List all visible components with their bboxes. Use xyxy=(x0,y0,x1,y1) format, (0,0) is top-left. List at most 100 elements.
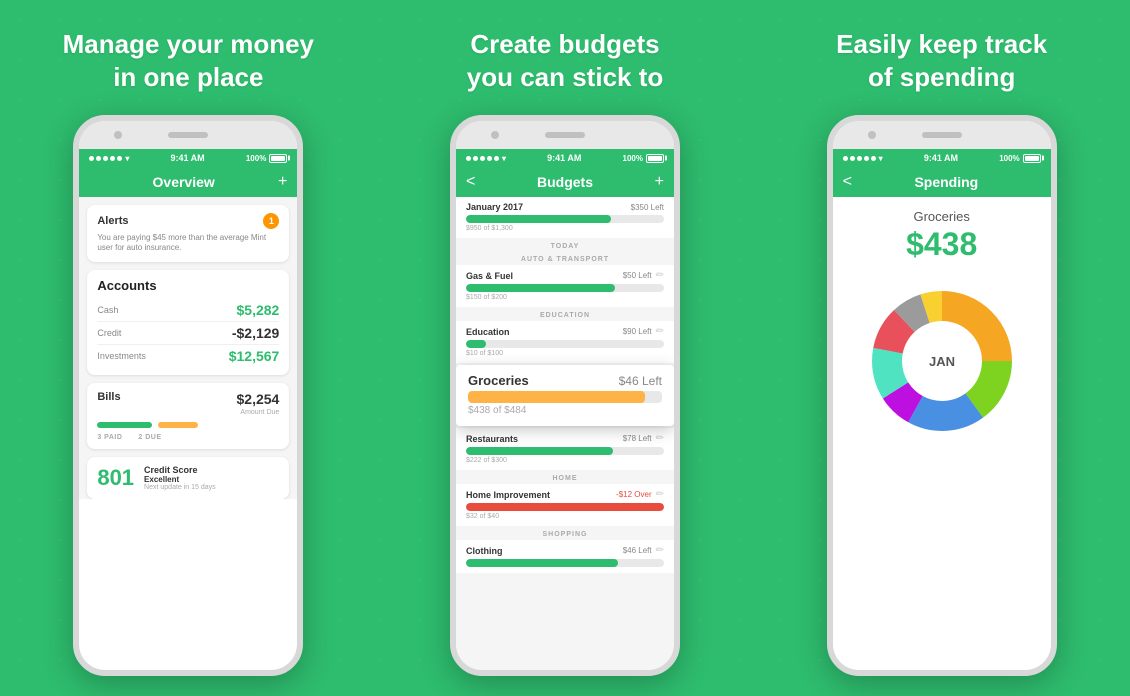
budget-gas-right: $50 Left ✏ xyxy=(623,270,664,281)
budget-home-bar xyxy=(466,503,664,511)
back-icon-3[interactable]: < xyxy=(843,173,852,191)
status-right-3: 100% xyxy=(999,154,1040,163)
speaker-3 xyxy=(922,132,962,138)
alerts-title: Alerts xyxy=(97,215,128,227)
screen-1: Alerts 1 You are paying $45 more than th… xyxy=(79,197,297,499)
budget-jan-header: January 2017 $350 Left xyxy=(466,202,664,212)
budget-groc-bar xyxy=(468,391,645,403)
budget-jan-sub: $950 of $1,300 xyxy=(466,225,664,232)
speaker-2 xyxy=(545,132,585,138)
credit-label: Excellent xyxy=(144,475,279,484)
dot-3 xyxy=(103,156,108,161)
budget-groceries: Groceries $46 Left $438 of $484 xyxy=(456,365,674,426)
battery-pct-2: 100% xyxy=(623,154,643,163)
budget-cloth-bar-bg xyxy=(466,559,664,567)
add-icon-1[interactable]: + xyxy=(278,173,287,191)
account-name-investments: Investments xyxy=(97,351,146,361)
budget-education: Education $90 Left ✏ $10 of $100 xyxy=(456,321,674,363)
account-name-credit: Credit xyxy=(97,328,121,338)
dot-1 xyxy=(89,156,94,161)
status-left: ▾ xyxy=(89,154,129,163)
spending-amount: $438 xyxy=(843,226,1041,263)
donut-center-text: JAN xyxy=(929,354,955,369)
bills-title: Bills xyxy=(97,391,120,416)
account-row-credit: Credit -$2,129 xyxy=(97,322,279,345)
bills-card: Bills $2,254 Amount Due 3 PAID xyxy=(87,383,289,449)
panel-3-title: Easily keep trackof spending xyxy=(836,28,1047,93)
battery-pct-3: 100% xyxy=(999,154,1019,163)
wifi-3: ▾ xyxy=(879,154,883,163)
section-education: EDUCATION xyxy=(456,308,674,321)
dot-2 xyxy=(96,156,101,161)
donut-chart: JAN xyxy=(862,281,1022,441)
status-time-1: 9:41 AM xyxy=(171,153,205,163)
status-right-1: 100% xyxy=(246,154,287,163)
back-icon-2[interactable]: < xyxy=(466,173,475,191)
budget-cloth-header: Clothing $46 Left ✏ xyxy=(466,545,664,556)
camera-icon xyxy=(114,131,122,139)
status-left-2: ▾ xyxy=(466,154,506,163)
credit-info: Credit Score Excellent Next update in 15… xyxy=(144,465,279,491)
budget-gas-header: Gas & Fuel $50 Left ✏ xyxy=(466,270,664,281)
panel-2-title: Create budgetsyou can stick to xyxy=(467,28,664,93)
spending-category: Groceries xyxy=(843,209,1041,224)
budget-groc-left: $46 Left xyxy=(619,374,662,388)
camera-icon-3 xyxy=(868,131,876,139)
account-row-investments: Investments $12,567 xyxy=(97,345,279,367)
budget-restaurants: Restaurants $78 Left ✏ $222 of $300 xyxy=(456,428,674,470)
budget-jan-bar xyxy=(466,215,611,223)
budget-jan-left: $350 Left xyxy=(631,203,664,212)
panel-1: Manage your moneyin one place xyxy=(0,0,377,696)
bills-amount-section: $2,254 Amount Due xyxy=(237,391,280,416)
budget-edu-bar-bg xyxy=(466,340,664,348)
bills-amount: $2,254 xyxy=(237,391,280,407)
main-container: Manage your moneyin one place xyxy=(0,0,1130,696)
account-name-cash: Cash xyxy=(97,305,118,315)
credit-title: Credit Score xyxy=(144,465,279,475)
battery-fill-1 xyxy=(271,156,285,161)
wifi-icon: ▾ xyxy=(125,154,129,163)
edit-icon-rest[interactable]: ✏ xyxy=(656,433,664,444)
header-title-1: Overview xyxy=(89,174,278,190)
bills-bars xyxy=(97,422,279,428)
edit-icon-home[interactable]: ✏ xyxy=(656,489,664,500)
accounts-card: Accounts Cash $5,282 Credit -$2,129 Inve… xyxy=(87,270,289,375)
app-header-3: < Spending xyxy=(833,167,1051,197)
alert-badge: 1 xyxy=(263,213,279,229)
panel-2: Create budgetsyou can stick to xyxy=(377,0,754,696)
status-time-3: 9:41 AM xyxy=(924,153,958,163)
budgets-screen: January 2017 $350 Left $950 of $1,300 TO… xyxy=(456,197,674,670)
budget-edu-left: $90 Left xyxy=(623,327,652,336)
edit-icon-edu[interactable]: ✏ xyxy=(656,326,664,337)
budget-gas-left: $50 Left xyxy=(623,271,652,280)
budget-january: January 2017 $350 Left $950 of $1,300 xyxy=(456,197,674,238)
bills-label: Amount Due xyxy=(237,409,280,416)
signal-dots xyxy=(89,156,122,161)
header-title-2: Budgets xyxy=(475,174,654,190)
accounts-title: Accounts xyxy=(97,278,279,293)
panel-3: Easily keep trackof spending xyxy=(753,0,1130,696)
edit-icon-cloth[interactable]: ✏ xyxy=(656,545,664,556)
budget-rest-bar xyxy=(466,447,613,455)
budget-clothing: Clothing $46 Left ✏ xyxy=(456,540,674,573)
status-bar-2: ▾ 9:41 AM 100% xyxy=(456,149,674,167)
section-home: HOME xyxy=(456,471,674,484)
credit-score-value: 801 xyxy=(97,465,134,491)
battery-icon-1 xyxy=(269,154,287,163)
budget-groc-name: Groceries xyxy=(468,373,529,388)
signal-3 xyxy=(843,156,876,161)
budget-groc-header: Groceries $46 Left xyxy=(468,373,662,388)
credit-sub: Next update in 15 days xyxy=(144,484,279,491)
bills-bar-due xyxy=(158,422,198,428)
account-amount-investments: $12,567 xyxy=(229,348,280,364)
budget-edu-bar xyxy=(466,340,486,348)
budget-rest-header: Restaurants $78 Left ✏ xyxy=(466,433,664,444)
add-icon-2[interactable]: + xyxy=(655,173,664,191)
panel-1-title: Manage your moneyin one place xyxy=(63,28,314,93)
budget-home-bar-bg xyxy=(466,503,664,511)
edit-icon-gas[interactable]: ✏ xyxy=(656,270,664,281)
alerts-text: You are paying $45 more than the average… xyxy=(97,233,279,254)
budget-rest-name: Restaurants xyxy=(466,434,518,444)
budget-cloth-right: $46 Left ✏ xyxy=(623,545,664,556)
status-time-2: 9:41 AM xyxy=(547,153,581,163)
